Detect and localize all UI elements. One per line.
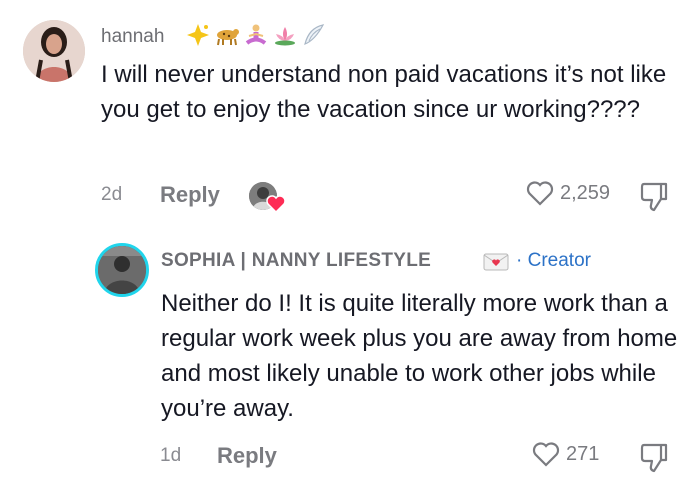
comment-username[interactable]: hannah: [101, 26, 164, 48]
comment-text: I will never understand non paid vacatio…: [101, 61, 667, 123]
leopard-icon: [214, 22, 240, 48]
wing-icon: [301, 22, 327, 48]
thumbs-down-icon: [640, 443, 668, 473]
comment-age: 1d: [160, 445, 182, 466]
creator-heart-icon: [266, 195, 286, 218]
creator-badge: · Creator: [516, 250, 591, 271]
lotus-icon: [272, 22, 298, 48]
thumbs-down-icon: [640, 182, 668, 212]
like-button[interactable]: 271: [532, 441, 599, 467]
comment-username[interactable]: SOPHIA | NANNY LIFESTYLE: [161, 250, 431, 272]
sparkle-star-icon: [185, 22, 211, 48]
reply-button[interactable]: Reply: [160, 182, 220, 208]
like-button[interactable]: 2,259: [526, 180, 610, 206]
heart-outline-icon: [532, 442, 560, 467]
avatar-hannah[interactable]: [23, 20, 85, 82]
username-emoji-row: [185, 22, 327, 48]
like-count: 2,259: [560, 181, 611, 204]
reply-button[interactable]: Reply: [217, 443, 277, 469]
like-count: 271: [566, 442, 600, 465]
heart-outline-icon: [526, 181, 554, 206]
dislike-button[interactable]: [639, 442, 669, 479]
comment-text: Neither do I! It is quite literally more…: [161, 290, 678, 422]
comment-age: 2d: [101, 184, 123, 205]
avatar-sophia[interactable]: [95, 243, 149, 297]
dislike-button[interactable]: [639, 181, 669, 218]
love-letter-icon: [483, 252, 509, 277]
meditation-icon: [243, 22, 269, 48]
